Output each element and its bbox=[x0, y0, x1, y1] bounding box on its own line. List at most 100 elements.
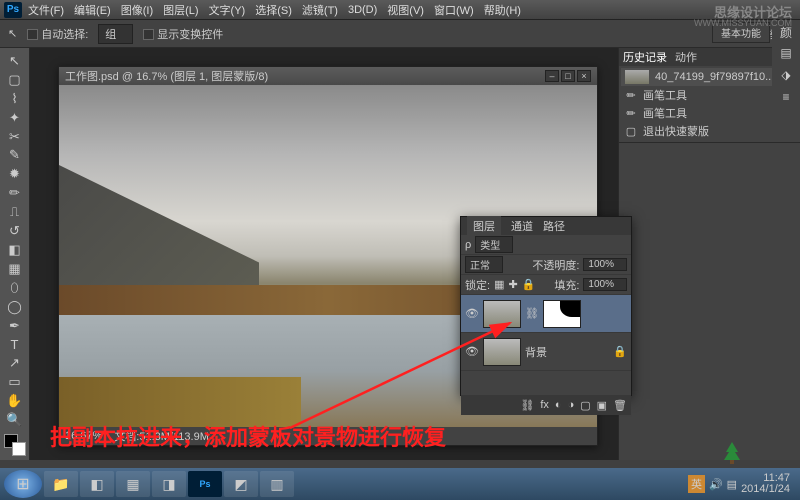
tab-layers[interactable]: 图层 bbox=[467, 216, 501, 236]
tray-icon[interactable]: 🔊 bbox=[709, 478, 723, 491]
close-button[interactable]: × bbox=[577, 70, 591, 82]
menu-layer[interactable]: 图层(L) bbox=[163, 2, 198, 18]
type-tool[interactable]: T bbox=[4, 336, 26, 354]
layers-panel[interactable]: 图层 通道 路径 ρ 类型 正常 不透明度: 100% 锁定: ▦ ✚ 🔒 填充… bbox=[460, 216, 632, 396]
menu-select[interactable]: 选择(S) bbox=[255, 2, 292, 18]
menu-3d[interactable]: 3D(D) bbox=[348, 4, 377, 16]
layer-mask-thumbnail[interactable] bbox=[543, 300, 581, 328]
filter-icon[interactable]: ρ bbox=[465, 239, 471, 251]
watermark-url: WWW.MISSYUAN.COM bbox=[694, 18, 792, 28]
group-icon[interactable]: ▢ bbox=[580, 399, 590, 412]
tab-history[interactable]: 历史记录 bbox=[623, 49, 667, 65]
auto-select-dropdown[interactable]: 组 bbox=[98, 24, 133, 44]
history-brush-tool[interactable]: ↺ bbox=[4, 222, 26, 240]
pen-tool[interactable]: ✒ bbox=[4, 317, 26, 335]
delete-icon[interactable]: 🗑 bbox=[613, 399, 627, 412]
ime-indicator[interactable]: 英 bbox=[688, 475, 705, 493]
minimize-button[interactable]: – bbox=[545, 70, 559, 82]
menu-filter[interactable]: 滤镜(T) bbox=[302, 2, 338, 18]
blend-mode-dropdown[interactable]: 正常 bbox=[465, 256, 503, 273]
visibility-icon[interactable]: 👁 bbox=[465, 307, 479, 320]
eraser-tool[interactable]: ◧ bbox=[4, 241, 26, 259]
taskbar-app[interactable]: ▦ bbox=[116, 471, 150, 497]
taskbar-app[interactable]: ◩ bbox=[224, 471, 258, 497]
adjust-panel-icon[interactable]: ⬗ bbox=[776, 68, 796, 86]
opacity-value[interactable]: 100% bbox=[583, 258, 627, 271]
menu-type[interactable]: 文字(Y) bbox=[209, 2, 246, 18]
layers-list: 👁 ⛓ 👁 背景 🔒 bbox=[461, 295, 631, 395]
opacity-label: 不透明度: bbox=[532, 257, 579, 273]
hand-tool[interactable]: ✋ bbox=[4, 392, 26, 410]
tab-paths[interactable]: 路径 bbox=[543, 218, 565, 234]
options-bar: ↖ 自动选择: 组 显示变换控件 3D 模式: bbox=[0, 20, 800, 48]
document-title: 工作图.psd @ 16.7% (图层 1, 图层蒙版/8) bbox=[65, 68, 268, 84]
layer-thumbnail[interactable] bbox=[483, 300, 521, 328]
crop-tool[interactable]: ✂ bbox=[4, 128, 26, 146]
visibility-icon[interactable]: 👁 bbox=[465, 345, 479, 358]
zoom-tool[interactable]: 🔍 bbox=[4, 411, 26, 429]
system-tray[interactable]: 英 🔊 ▤ 11:47 2014/1/24 bbox=[688, 473, 796, 495]
mask-icon[interactable]: ◐ bbox=[555, 399, 562, 411]
filter-type-dropdown[interactable]: 类型 bbox=[475, 236, 513, 253]
layer-item[interactable]: 👁 背景 🔒 bbox=[461, 333, 631, 371]
menu-window[interactable]: 窗口(W) bbox=[434, 2, 474, 18]
path-tool[interactable]: ↗ bbox=[4, 355, 26, 373]
shape-tool[interactable]: ▭ bbox=[4, 373, 26, 391]
taskbar-app[interactable]: ▥ bbox=[260, 471, 294, 497]
layer-item[interactable]: 👁 ⛓ bbox=[461, 295, 631, 333]
heal-tool[interactable]: ✹ bbox=[4, 165, 26, 183]
link-layers-icon[interactable]: ⛓ bbox=[520, 399, 534, 412]
fill-label: 填充: bbox=[554, 277, 579, 293]
eyedropper-tool[interactable]: ✎ bbox=[4, 147, 26, 165]
history-label: 退出快速蒙版 bbox=[643, 123, 709, 139]
tutorial-annotation: 把副本拉进来，添加蒙板对景物进行恢复 bbox=[50, 420, 446, 452]
tab-channels[interactable]: 通道 bbox=[511, 218, 533, 234]
auto-select-checkbox[interactable] bbox=[27, 29, 38, 40]
swatches-panel-icon[interactable]: ▤ bbox=[776, 46, 796, 64]
show-transform-checkbox[interactable] bbox=[143, 29, 154, 40]
maximize-button[interactable]: □ bbox=[561, 70, 575, 82]
taskbar-app[interactable]: ◨ bbox=[152, 471, 186, 497]
wand-tool[interactable]: ✦ bbox=[4, 109, 26, 127]
taskbar-photoshop[interactable]: Ps bbox=[188, 471, 222, 497]
new-layer-icon[interactable]: ▣ bbox=[597, 399, 607, 412]
menu-view[interactable]: 视图(V) bbox=[387, 2, 424, 18]
lock-position-icon[interactable]: ✚ bbox=[508, 278, 517, 291]
fill-value[interactable]: 100% bbox=[583, 278, 627, 291]
lasso-tool[interactable]: ⌇ bbox=[4, 90, 26, 108]
menu-help[interactable]: 帮助(H) bbox=[484, 2, 521, 18]
ps-logo: Ps bbox=[4, 2, 22, 18]
fx-icon[interactable]: fx bbox=[540, 399, 549, 411]
marquee-tool[interactable]: ▢ bbox=[4, 71, 26, 89]
lock-all-icon[interactable]: 🔒 bbox=[522, 278, 536, 291]
canvas-area: 工作图.psd @ 16.7% (图层 1, 图层蒙版/8) – □ × 16.… bbox=[30, 48, 618, 460]
dodge-tool[interactable]: ◯ bbox=[4, 298, 26, 316]
link-icon[interactable]: ⛓ bbox=[525, 307, 539, 320]
layer-name[interactable]: 背景 bbox=[525, 344, 547, 360]
taskbar-app[interactable]: ◧ bbox=[80, 471, 114, 497]
snapshot-name: 40_74199_9f79897f10... bbox=[655, 71, 774, 83]
adjustment-icon[interactable]: ◑ bbox=[568, 399, 575, 411]
stamp-tool[interactable]: ⎍ bbox=[4, 203, 26, 221]
move-tool-icon: ↖ bbox=[8, 27, 17, 40]
document-titlebar[interactable]: 工作图.psd @ 16.7% (图层 1, 图层蒙版/8) – □ × bbox=[59, 67, 597, 85]
clock[interactable]: 11:47 2014/1/24 bbox=[741, 473, 790, 495]
color-swatch[interactable] bbox=[4, 434, 26, 456]
start-button[interactable]: ⊞ bbox=[4, 470, 42, 498]
menu-edit[interactable]: 编辑(E) bbox=[74, 2, 111, 18]
brush-tool[interactable]: ✏ bbox=[4, 184, 26, 202]
blur-tool[interactable]: ⬯ bbox=[4, 279, 26, 297]
tab-actions[interactable]: 动作 bbox=[675, 49, 697, 65]
layers-footer: ⛓ fx ◐ ◑ ▢ ▣ 🗑 bbox=[461, 395, 631, 415]
menu-file[interactable]: 文件(F) bbox=[28, 2, 64, 18]
tray-icon[interactable]: ▤ bbox=[727, 478, 737, 491]
lock-pixels-icon[interactable]: ▦ bbox=[494, 278, 504, 291]
styles-panel-icon[interactable]: ≡ bbox=[776, 90, 796, 108]
taskbar-explorer[interactable]: 📁 bbox=[44, 471, 78, 497]
menu-image[interactable]: 图像(I) bbox=[121, 2, 153, 18]
lock-icon: 🔒 bbox=[613, 345, 627, 358]
move-tool[interactable]: ↖ bbox=[4, 52, 26, 70]
christmas-tree-icon bbox=[720, 440, 744, 466]
layer-thumbnail[interactable] bbox=[483, 338, 521, 366]
gradient-tool[interactable]: ▦ bbox=[4, 260, 26, 278]
